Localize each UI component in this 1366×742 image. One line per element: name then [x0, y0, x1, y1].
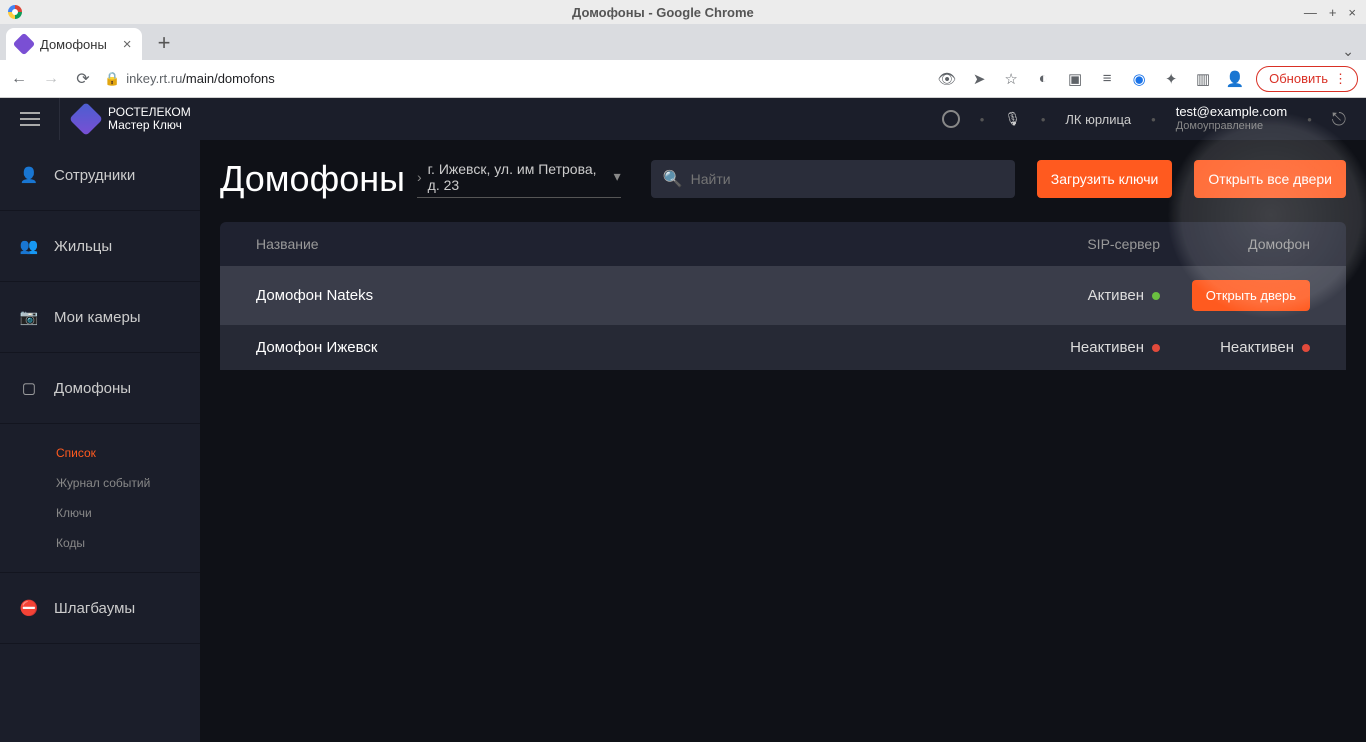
col-domofon: Домофон — [1160, 236, 1310, 252]
chevron-down-icon: ▾ — [614, 168, 621, 185]
sidebar: 👤 Сотрудники 👥 Жильцы 📷 Мои камеры ▢ Дом… — [0, 140, 200, 742]
panel-icon[interactable]: ▥ — [1192, 70, 1214, 88]
col-name: Название — [256, 236, 980, 252]
ext4-icon[interactable]: ◉ — [1128, 70, 1150, 88]
tab-close-icon[interactable]: × — [123, 36, 132, 53]
brand-line2: Мастер Ключ — [108, 119, 191, 132]
table-row[interactable]: Домофон Ижевск Неактивен Неактивен — [220, 325, 1346, 370]
page-title: Домофоны — [220, 158, 405, 200]
address-bar[interactable]: 🔒 inkey.rt.ru/main/domofons — [104, 71, 926, 87]
eye-off-icon[interactable]: 👁 — [936, 70, 958, 88]
logo-icon — [69, 102, 103, 136]
lock-icon: 🔒 — [104, 71, 120, 87]
upload-keys-button[interactable]: Загрузить ключи — [1037, 160, 1173, 198]
user-block[interactable]: test@example.com Домоуправление — [1176, 104, 1287, 134]
sidebar-submenu: Список Журнал событий Ключи Коды — [0, 424, 200, 573]
status-dot-icon — [1302, 344, 1310, 352]
help-icon[interactable] — [942, 110, 960, 128]
sidebar-item-residents[interactable]: 👥 Жильцы — [0, 211, 200, 282]
table-row[interactable]: Домофон Nateks Активен Открыть дверь — [220, 266, 1346, 325]
mic-icon[interactable]: 🎙 — [1004, 111, 1021, 127]
chevron-right-icon: › — [417, 169, 422, 185]
camera-icon: 📷 — [18, 308, 40, 326]
sidebar-item-cameras[interactable]: 📷 Мои камеры — [0, 282, 200, 353]
window-title: Домофоны - Google Chrome — [22, 5, 1304, 20]
forward-icon[interactable]: → — [40, 70, 62, 88]
submenu-keys[interactable]: Ключи — [56, 498, 200, 528]
update-label: Обновить — [1269, 71, 1328, 86]
barrier-icon: ⛔ — [18, 599, 40, 617]
sip-status: Неактивен — [1070, 339, 1144, 356]
status-dot-icon — [1152, 344, 1160, 352]
account-switch[interactable]: ЛК юрлица — [1065, 112, 1131, 127]
maximize-icon[interactable]: + — [1329, 5, 1337, 20]
tab-title: Домофоны — [40, 37, 107, 52]
sidebar-item-label: Шлагбаумы — [54, 600, 135, 617]
ext1-icon[interactable]: ◐ — [1032, 70, 1054, 87]
intercom-icon: ▢ — [18, 379, 40, 397]
minimize-icon[interactable]: — — [1304, 5, 1317, 20]
sidebar-item-label: Домофоны — [54, 380, 131, 397]
send-icon[interactable]: ➤ — [968, 70, 990, 88]
submenu-list[interactable]: Список — [56, 438, 200, 468]
person-icon: 👤 — [18, 166, 40, 184]
people-icon: 👥 — [18, 237, 40, 255]
new-tab-button[interactable]: + — [150, 26, 179, 60]
browser-nav-bar: ← → ⟳ 🔒 inkey.rt.ru/main/domofons 👁 ➤ ☆ … — [0, 60, 1366, 98]
open-door-button[interactable]: Открыть дверь — [1192, 280, 1310, 311]
intercom-table: Название SIP-сервер Домофон Домофон Nate… — [220, 222, 1346, 370]
menu-dots-icon: ⋮ — [1334, 71, 1345, 87]
sip-status: Активен — [1088, 287, 1144, 304]
sidebar-item-label: Мои камеры — [54, 309, 141, 326]
url-path: /main/domofons — [182, 71, 275, 86]
sidebar-item-label: Сотрудники — [54, 167, 135, 184]
status-dot-icon — [1152, 292, 1160, 300]
os-title-bar: Домофоны - Google Chrome — + × — [0, 0, 1366, 24]
search-box[interactable]: 🔍 — [651, 160, 1015, 198]
tab-strip: Домофоны × + ⌄ — [0, 24, 1366, 60]
logout-icon[interactable]: ⎋ — [1332, 109, 1346, 130]
profile-icon[interactable]: 👤 — [1224, 70, 1246, 88]
app-header: РОСТЕЛЕКОМ Мастер Ключ • 🎙 • ЛК юрлица •… — [0, 98, 1366, 140]
row-name: Домофон Nateks — [256, 287, 980, 304]
close-window-icon[interactable]: × — [1348, 5, 1356, 20]
location-text: г. Ижевск, ул. им Петрова, д. 23 — [428, 161, 598, 193]
open-all-doors-button[interactable]: Открыть все двери — [1194, 160, 1346, 198]
row-name: Домофон Ижевск — [256, 339, 980, 356]
star-icon[interactable]: ☆ — [1000, 70, 1022, 88]
table-header: Название SIP-сервер Домофон — [220, 222, 1346, 266]
brand-logo[interactable]: РОСТЕЛЕКОМ Мастер Ключ — [60, 106, 205, 132]
location-selector[interactable]: › г. Ижевск, ул. им Петрова, д. 23 ▾ — [417, 161, 621, 198]
tabs-overflow-icon[interactable]: ⌄ — [1342, 43, 1354, 60]
search-icon: 🔍 — [663, 169, 683, 189]
ext2-icon[interactable]: ▣ — [1064, 70, 1086, 88]
domofon-status: Неактивен — [1220, 339, 1294, 356]
user-email: test@example.com — [1176, 104, 1287, 119]
sidebar-item-intercoms[interactable]: ▢ Домофоны — [0, 353, 200, 424]
submenu-codes[interactable]: Коды — [56, 528, 200, 558]
favicon-icon — [13, 33, 36, 56]
user-role: Домоуправление — [1176, 119, 1287, 134]
menu-toggle-button[interactable] — [0, 98, 60, 140]
back-icon[interactable]: ← — [8, 70, 30, 88]
update-button[interactable]: Обновить ⋮ — [1256, 66, 1358, 92]
url-host: inkey.rt.ru — [126, 71, 182, 86]
col-sip: SIP-сервер — [980, 236, 1160, 252]
submenu-events[interactable]: Журнал событий — [56, 468, 200, 498]
extensions-icon[interactable]: ✦ — [1160, 70, 1182, 88]
sidebar-item-staff[interactable]: 👤 Сотрудники — [0, 140, 200, 211]
search-input[interactable] — [691, 171, 1003, 187]
reload-icon[interactable]: ⟳ — [72, 69, 94, 89]
sidebar-item-label: Жильцы — [54, 238, 112, 255]
chrome-icon — [8, 5, 22, 19]
main-content: Домофоны › г. Ижевск, ул. им Петрова, д.… — [200, 140, 1366, 742]
sidebar-item-barriers[interactable]: ⛔ Шлагбаумы — [0, 573, 200, 644]
ext3-icon[interactable]: ≡ — [1096, 70, 1118, 87]
browser-tab[interactable]: Домофоны × — [6, 28, 142, 60]
